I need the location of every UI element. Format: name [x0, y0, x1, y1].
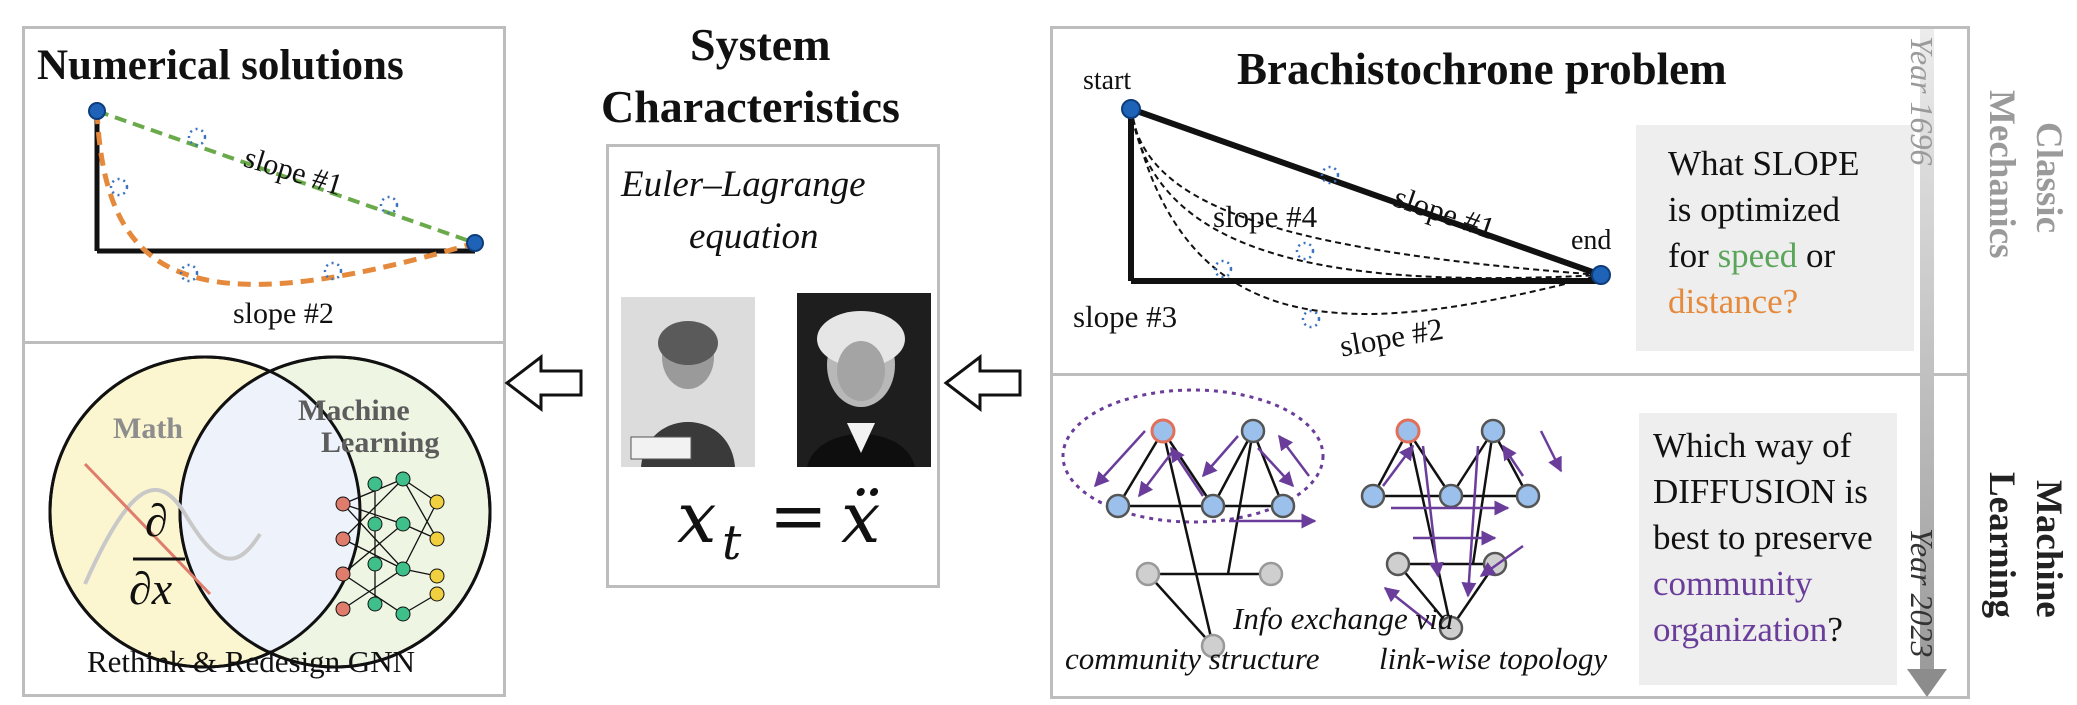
formula-lhs: x	[677, 477, 717, 559]
equation-name-line1: Euler–Lagrange	[621, 164, 866, 205]
brach-dotted-markers	[1213, 165, 1340, 329]
numerical-solutions-panel: Numerical solutions slope #1 slope #2	[22, 26, 506, 344]
formula-rhs: ẍ	[841, 477, 881, 559]
equation-name-line2: equation	[689, 216, 819, 257]
brach-start-label: start	[1083, 65, 1132, 96]
formula-equals: =	[769, 475, 828, 557]
venn-panel: Math Machine Learning ∂ ∂x Rethink & Red…	[22, 341, 506, 697]
year-2023-label: Year 2023	[1904, 528, 1940, 658]
venn-math-label: Math	[113, 412, 183, 445]
brach-question-box: What SLOPE is optimized for speed or dis…	[1636, 125, 1914, 351]
speed-word: speed	[1717, 236, 1798, 275]
start-ball	[1121, 99, 1141, 119]
euler-portrait-image	[621, 297, 755, 467]
diffusion-question-line3: best to preserve	[1653, 518, 1873, 557]
brach-slope3-label: slope #3	[1073, 299, 1178, 334]
end-ball	[1591, 265, 1611, 285]
brach-question-line3: for speed or	[1668, 236, 1836, 275]
year-1696-label: Year 1696	[1904, 36, 1940, 166]
start-ball	[88, 102, 106, 120]
right-panel: Brachistochrone problem start end slope …	[1050, 26, 1970, 699]
derivative-denominator: ∂x	[129, 563, 173, 614]
brach-question-line2: is optimized	[1668, 190, 1841, 229]
lagrange-portrait-image	[797, 293, 931, 467]
diffusion-question-box: Which way of DIFFUSION is best to preser…	[1639, 413, 1897, 685]
formula-subscript: t	[722, 515, 742, 571]
orange-dashed-curve	[94, 110, 476, 287]
diffusion-caption-line1: Info exchange via	[1233, 601, 1454, 636]
brach-question-line4: distance?	[1668, 282, 1799, 321]
machine-learning-line2: Learning	[1981, 472, 2022, 618]
diffusion-question-line4: community	[1653, 564, 1813, 603]
system-title-line1: System	[690, 19, 831, 70]
brach-end-label: end	[1571, 225, 1612, 256]
system-title-line2: Characteristics	[601, 81, 900, 132]
numerical-slope2-label: slope #2	[233, 297, 334, 330]
brach-slope1	[1130, 106, 1602, 278]
derivative-numerator: ∂	[145, 495, 168, 546]
diffusion-caption-left: community structure	[1065, 641, 1320, 676]
venn-ml-label-line1: Machine	[298, 394, 410, 427]
diffusion-question-line1: Which way of	[1653, 426, 1852, 465]
venn-ml-label-line2: Learning	[321, 426, 440, 459]
end-ball	[466, 234, 484, 252]
diffusion-caption-right: link-wise topology	[1379, 641, 1608, 676]
arrow-to-middle	[943, 353, 1022, 413]
machine-learning-line1: Machine	[2028, 480, 2069, 618]
euler-lagrange-panel: Euler–Lagrange equation x t = ẍ	[606, 144, 940, 588]
classic-mechanics-line1: Classic	[2028, 122, 2069, 233]
timeline-arrow-head	[1907, 669, 1947, 697]
arrow-to-left	[504, 353, 583, 413]
venn-caption: Rethink & Redesign GNN	[87, 644, 416, 679]
classic-mechanics-line2: Mechanics	[1981, 90, 2022, 259]
diffusion-question-line2: DIFFUSION is	[1653, 472, 1868, 511]
brach-question-line1: What SLOPE	[1668, 144, 1860, 183]
brach-slope4-label: slope #4	[1213, 199, 1318, 234]
diffusion-question-line5: organization?	[1653, 610, 1843, 649]
